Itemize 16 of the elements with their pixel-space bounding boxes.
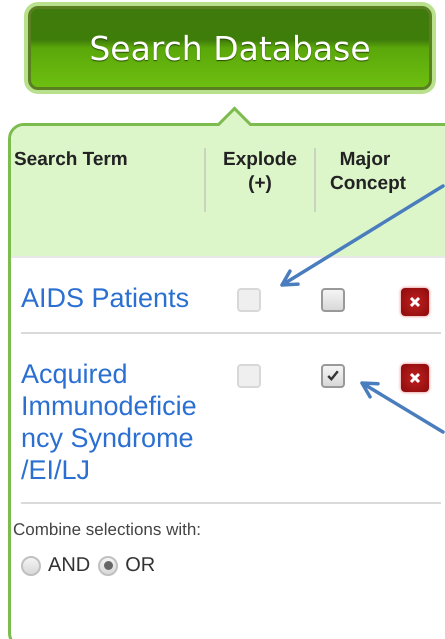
radio-button[interactable] bbox=[21, 556, 41, 576]
search-term-link[interactable]: AIDS Patients bbox=[21, 282, 207, 316]
combine-label: Combine selections with: bbox=[13, 520, 202, 540]
search-term-link[interactable]: Acquired Immunodeficiency Syndrome /EI/LJ bbox=[21, 358, 207, 486]
radio-label[interactable]: AND bbox=[48, 554, 90, 577]
column-header: Explode (+) bbox=[204, 148, 314, 212]
column-header: Search Term bbox=[13, 148, 129, 172]
checkbox[interactable] bbox=[321, 364, 345, 388]
close-icon bbox=[409, 296, 421, 308]
checkbox[interactable] bbox=[321, 288, 345, 312]
delete-button[interactable] bbox=[401, 288, 429, 316]
radio-button[interactable] bbox=[98, 556, 118, 576]
close-icon bbox=[409, 372, 421, 384]
radio-label[interactable]: OR bbox=[125, 554, 156, 577]
delete-button[interactable] bbox=[401, 364, 429, 392]
column-header: Major Concept bbox=[314, 148, 414, 212]
